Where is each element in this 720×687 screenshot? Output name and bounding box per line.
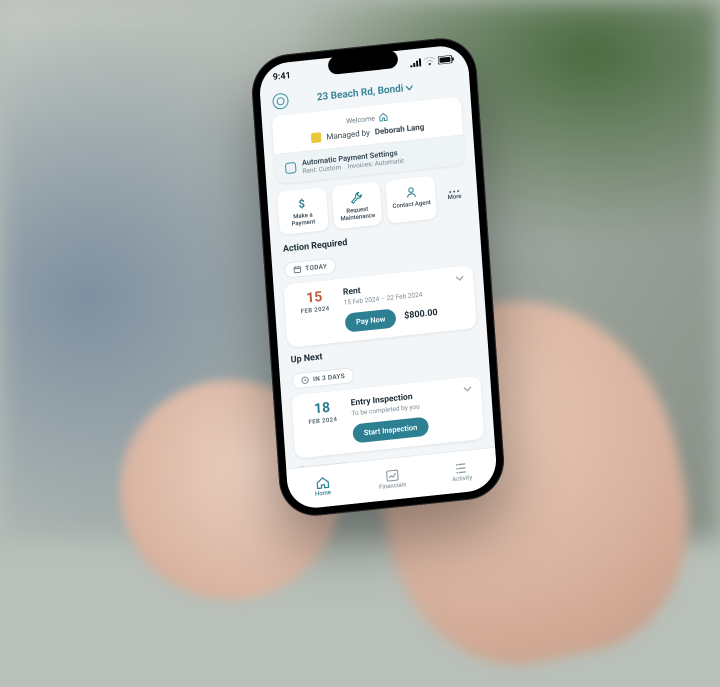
in-3-days-chip-label: IN 3 DAYS <box>313 372 346 383</box>
rent-amount: $800.00 <box>404 308 438 321</box>
contact-agent-button[interactable]: Contact Agent <box>386 176 437 224</box>
chevron-down-icon <box>406 85 413 91</box>
signal-icon <box>410 58 421 67</box>
app-logo-icon <box>272 92 289 110</box>
tab-financials-label: Financials <box>379 481 407 491</box>
tab-activity-label: Activity <box>452 474 472 483</box>
status-indicators <box>410 55 454 68</box>
pay-now-button[interactable]: Pay Now <box>344 308 396 332</box>
home-icon <box>315 476 329 489</box>
rent-day: 15 <box>294 288 335 306</box>
rent-task-card[interactable]: 15 FEB 2024 Rent 15 Feb 2024 – 22 Feb 20… <box>283 265 476 348</box>
tab-activity[interactable]: Activity <box>426 448 498 496</box>
wifi-icon <box>424 57 435 66</box>
gear-icon <box>285 162 297 174</box>
quick-actions: $ Make a Payment Request Maintenance Con… <box>277 172 469 235</box>
contact-agent-label: Contact Agent <box>392 200 431 211</box>
tab-financials[interactable]: Financials <box>356 455 428 503</box>
battery-icon <box>438 55 454 65</box>
managed-by-prefix: Managed by <box>326 128 370 142</box>
phone-screen: 9:41 23 Beach Rd, Bondi <box>258 43 498 510</box>
house-icon <box>379 112 389 122</box>
agent-name: Deborah Lang <box>374 122 424 136</box>
make-payment-button[interactable]: $ Make a Payment <box>277 187 328 235</box>
today-chip: TODAY <box>284 257 337 278</box>
rent-month: FEB 2024 <box>295 304 335 315</box>
financials-icon <box>385 468 399 481</box>
today-chip-label: TODAY <box>305 262 327 272</box>
chevron-down-icon <box>463 386 472 393</box>
header-spacer <box>442 83 458 85</box>
start-inspection-button[interactable]: Start Inspection <box>352 416 429 443</box>
clock-icon <box>301 376 310 385</box>
more-label: More <box>447 194 461 202</box>
status-time: 9:41 <box>273 71 291 83</box>
activity-icon <box>455 461 469 474</box>
property-address-dropdown[interactable]: 23 Beach Rd, Bondi <box>317 82 414 103</box>
address-label: 23 Beach Rd, Bondi <box>317 83 404 103</box>
request-maintenance-label: Request Maintenance <box>337 206 378 224</box>
make-payment-label: Make a Payment <box>283 211 324 229</box>
chevron-down-icon <box>455 275 464 282</box>
tab-home[interactable]: Home <box>286 462 358 510</box>
tab-home-label: Home <box>315 489 332 498</box>
inspection-month: FEB 2024 <box>303 415 343 426</box>
svg-text:$: $ <box>299 197 306 210</box>
wrench-icon <box>349 190 364 205</box>
person-icon <box>403 184 418 199</box>
request-maintenance-button[interactable]: Request Maintenance <box>331 181 382 229</box>
calendar-icon <box>293 265 302 274</box>
more-actions-button[interactable]: More <box>440 172 469 217</box>
phone: 9:41 23 Beach Rd, Bondi <box>249 35 506 520</box>
welcome-label: Welcome <box>346 114 375 125</box>
agent-badge-icon <box>311 132 322 143</box>
inspection-day: 18 <box>302 399 343 417</box>
in-3-days-chip: IN 3 DAYS <box>292 367 355 389</box>
dollar-icon: $ <box>295 196 310 211</box>
inspection-task-card[interactable]: 18 FEB 2024 Entry Inspection To be compl… <box>291 376 484 459</box>
